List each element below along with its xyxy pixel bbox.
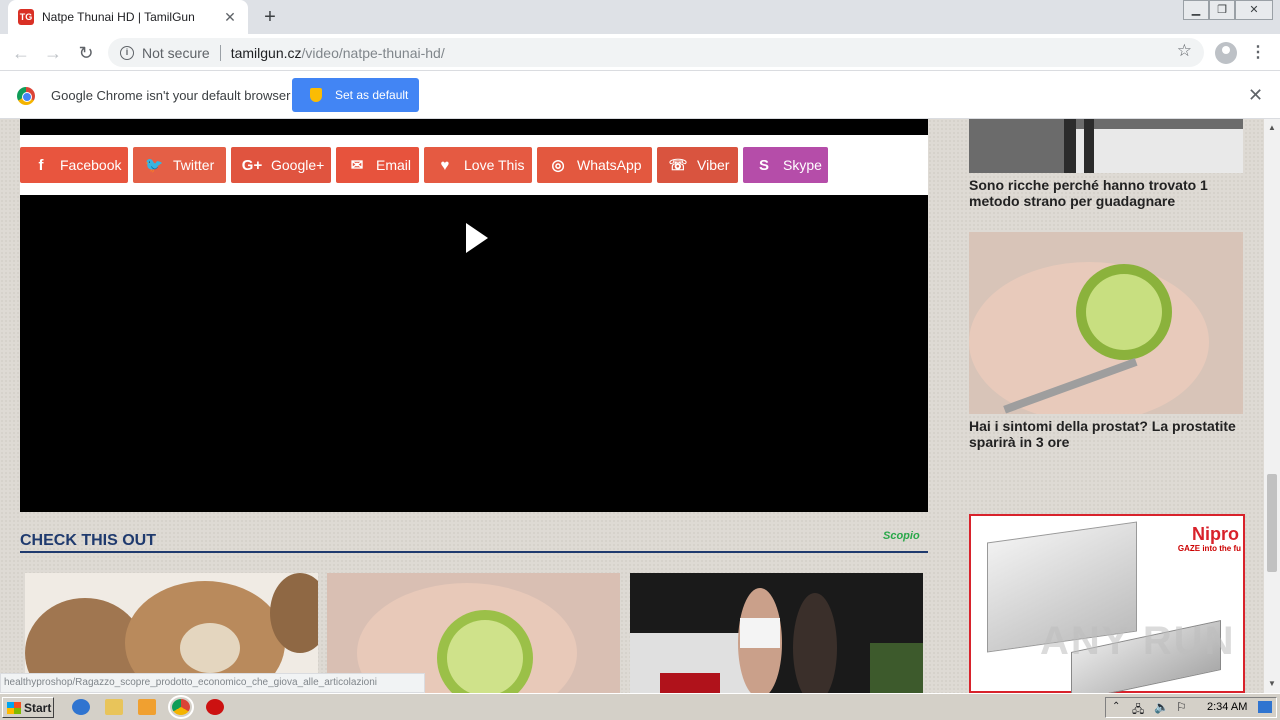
scroll-down-icon[interactable]: ▼ [1268, 679, 1276, 688]
window-close-icon[interactable]: ✕ [1235, 0, 1273, 20]
explorer-folder-icon[interactable] [105, 699, 123, 715]
share-label: WhatsApp [577, 157, 642, 173]
address-bar[interactable]: i Not secure tamilgun.cz /video/natpe-th… [108, 38, 1204, 67]
bookmark-star-icon[interactable]: ☆ [1177, 41, 1192, 61]
sidebar-caption-2[interactable]: Hai i sintomi della prostat? La prostati… [969, 418, 1249, 450]
play-icon[interactable] [466, 223, 488, 253]
set-as-default-label: Set as default [335, 88, 409, 102]
video-player[interactable] [20, 195, 928, 512]
sidebar-ad-image-1[interactable] [969, 119, 1243, 173]
taskbar-clock: 2:34 AM [1207, 701, 1248, 713]
whatsapp-icon: ◎ [551, 157, 565, 174]
page-scrollbar[interactable]: ▲ ▼ [1264, 119, 1280, 693]
uac-shield-icon [310, 88, 322, 102]
share-label: Twitter [173, 157, 215, 173]
skype-icon: S [758, 156, 769, 174]
url-host: tamilgun.cz [230, 44, 302, 61]
share-label: Facebook [60, 157, 122, 173]
share-facebook-button[interactable]: f Facebook [20, 147, 128, 183]
back-icon[interactable]: ← [8, 40, 34, 66]
share-skype-button[interactable]: S Skype [743, 147, 828, 183]
facebook-icon: f [38, 156, 44, 174]
volume-icon[interactable]: 🔈 [1154, 700, 1169, 714]
twitter-icon: 🐦 [144, 157, 164, 174]
ie-icon[interactable] [72, 699, 90, 715]
new-tab-icon[interactable]: + [258, 5, 282, 29]
scrollbar-thumb[interactable] [1267, 474, 1277, 572]
ad-tagline: GAZE into the fu [1177, 544, 1241, 553]
site-favicon-icon: TG [18, 9, 34, 25]
share-label: Email [376, 157, 412, 173]
tab-strip: TG Natpe Thunai HD | TamilGun ✕ + ▁ ❐ ✕ [0, 0, 1280, 34]
anyrun-watermark: ANY RUN [1040, 619, 1236, 663]
show-desktop-icon[interactable] [1258, 701, 1272, 713]
infobar-message: Google Chrome isn't your default browser [51, 88, 291, 103]
heart-icon: ♥ [440, 156, 450, 174]
section-divider [20, 551, 928, 553]
tab-title: Natpe Thunai HD | TamilGun [42, 10, 195, 24]
sidebar-ad-image-2[interactable] [969, 232, 1243, 414]
windows-logo-icon [7, 701, 21, 714]
share-bar: f Facebook 🐦 Twitter G+ Google+ ✉ Email ♥ Lov… [20, 135, 928, 195]
default-browser-infobar: Google Chrome isn't your default browser… [0, 71, 1280, 119]
chrome-menu-icon[interactable]: ⋮ [1250, 42, 1266, 62]
share-love-button[interactable]: ♥ Love This [424, 147, 532, 183]
site-info-icon[interactable]: i [120, 45, 134, 60]
share-label: Viber [697, 157, 730, 173]
viber-icon: ☏ [668, 157, 688, 174]
share-label: Google+ [271, 157, 325, 173]
share-label: Skype [783, 157, 822, 173]
chrome-logo-icon [17, 87, 35, 105]
women-car-thumbnail[interactable] [630, 573, 923, 693]
set-as-default-button[interactable]: Set as default [292, 78, 419, 112]
ad-brand-logo: Nipro [1192, 524, 1239, 544]
opera-icon[interactable] [206, 699, 224, 715]
url-path: /video/natpe-thunai-hd/ [301, 44, 445, 61]
sidebar-caption-1[interactable]: Sono ricche perché hanno trovato 1 metod… [969, 177, 1249, 209]
share-whatsapp-button[interactable]: ◎ WhatsApp [537, 147, 652, 183]
action-center-flag-icon[interactable]: ⚐ [1176, 700, 1187, 714]
restore-icon[interactable]: ❐ [1209, 0, 1235, 20]
reload-icon[interactable]: ↻ [73, 40, 99, 66]
forward-icon[interactable]: → [40, 40, 66, 66]
share-viber-button[interactable]: ☏ Viber [657, 147, 738, 183]
scopio-logo[interactable]: Scopio [883, 530, 920, 542]
status-bubble-url: healthyproshop/Ragazzo_scopre_prodotto_e… [0, 673, 425, 693]
chrome-taskbar-icon[interactable] [168, 695, 194, 719]
omnibox-divider [219, 44, 221, 61]
tray-expand-icon[interactable]: ⌃ [1112, 701, 1120, 712]
web-page: f Facebook 🐦 Twitter G+ Google+ ✉ Email ♥ Lov… [0, 119, 1264, 693]
infobar-close-icon[interactable]: ✕ [1248, 85, 1263, 106]
system-tray: ⌃ 🖧 🔈 ⚐ [1105, 697, 1277, 718]
tab-close-icon[interactable]: ✕ [222, 9, 238, 26]
scroll-up-icon[interactable]: ▲ [1268, 123, 1276, 132]
email-icon: ✉ [350, 157, 364, 174]
video-top-strip [20, 119, 928, 135]
browser-toolbar: ← → ↻ i Not secure tamilgun.cz /video/na… [0, 34, 1280, 71]
googleplus-icon: G+ [241, 156, 263, 174]
network-icon[interactable]: 🖧 [1132, 701, 1144, 720]
media-player-icon[interactable] [138, 699, 156, 715]
browser-tab[interactable]: TG Natpe Thunai HD | TamilGun ✕ [8, 0, 248, 34]
share-email-button[interactable]: ✉ Email [336, 147, 419, 183]
sidebar-display-ad[interactable]: Nipro GAZE into the fu [969, 514, 1245, 693]
minimize-icon[interactable]: ▁ [1183, 0, 1209, 20]
share-label: Love This [464, 157, 525, 173]
section-title: CHECK THIS OUT [20, 532, 156, 549]
not-secure-label: Not secure [142, 44, 210, 61]
share-googleplus-button[interactable]: G+ Google+ [231, 147, 331, 183]
profile-avatar-icon[interactable] [1215, 42, 1237, 64]
share-twitter-button[interactable]: 🐦 Twitter [133, 147, 226, 183]
start-label: Start [24, 700, 52, 715]
start-button[interactable]: Start [2, 697, 54, 718]
windows-taskbar: Start ⌃ 🖧 🔈 ⚐ 2:34 AM [0, 693, 1280, 720]
